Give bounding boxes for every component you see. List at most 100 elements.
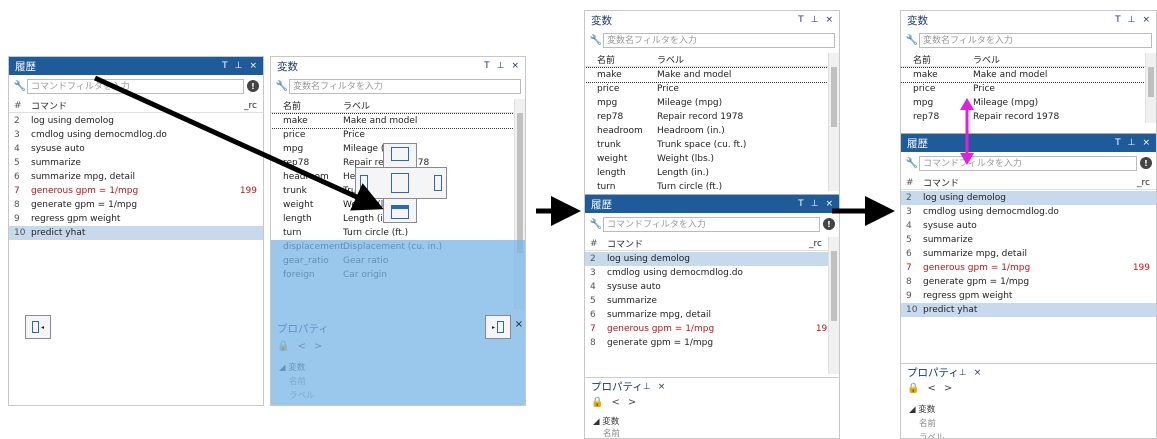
pin-icon[interactable]: ⊥ bbox=[959, 368, 967, 378]
history-row[interactable]: 6 summarize mpg, detail bbox=[9, 170, 263, 184]
dock-left-indicator[interactable]: ◂ bbox=[25, 315, 51, 339]
info-icon[interactable]: ! bbox=[247, 80, 259, 92]
properties-group-variables[interactable]: ◢ 変数 bbox=[909, 403, 935, 415]
history-row[interactable]: 3 cmdlog using democmdlog.do bbox=[901, 205, 1156, 219]
variable-row[interactable]: length Length (in.) bbox=[585, 166, 828, 180]
pin-t-icon[interactable]: T bbox=[222, 61, 228, 71]
dock-right-indicator[interactable]: ▸ bbox=[485, 315, 511, 339]
history-row[interactable]: 6 summarize mpg, detail bbox=[901, 247, 1156, 261]
history-title-bar[interactable]: 履歴 T ⊥ × bbox=[901, 134, 1156, 152]
col-num-header[interactable]: # bbox=[585, 239, 607, 249]
prev-icon[interactable]: < bbox=[927, 383, 935, 394]
properties-title-bar[interactable]: プロパティ ⊥ × bbox=[585, 377, 839, 395]
history-filter-input[interactable]: コマンドフィルタを入力 bbox=[919, 155, 1137, 171]
variable-row[interactable]: headroom Headroom (in.) bbox=[585, 124, 828, 138]
variables-filter-input[interactable]: 変数名フィルタを入力 bbox=[289, 78, 521, 94]
history-row[interactable]: 2 log using demolog bbox=[901, 191, 1156, 205]
variable-row[interactable]: turn Turn circle (ft.) bbox=[585, 180, 828, 191]
history-row[interactable]: 3 cmdlog using democmdlog.do bbox=[9, 128, 263, 142]
history-row[interactable]: 8 generate gpm = 1/mpg bbox=[585, 336, 839, 350]
history-row[interactable]: 7 generous gpm = 1/mpg 199 bbox=[585, 322, 839, 336]
close-icon[interactable]: × bbox=[249, 61, 257, 71]
history-row[interactable]: 8 generate gpm = 1/mpg bbox=[9, 198, 263, 212]
variables-scrollbar[interactable] bbox=[1145, 53, 1156, 123]
history-row[interactable]: 3 cmdlog using democmdlog.do bbox=[585, 266, 839, 280]
history-filter-input[interactable]: コマンドフィルタを入力 bbox=[603, 216, 820, 232]
history-row[interactable]: 4 sysuse auto bbox=[9, 142, 263, 156]
properties-group-variables[interactable]: ◢ 変数 bbox=[593, 415, 619, 427]
history-row[interactable]: 10 predict yhat bbox=[9, 226, 263, 240]
pin-t-icon[interactable]: T bbox=[484, 61, 490, 71]
history-row[interactable]: 2 log using demolog bbox=[9, 114, 263, 128]
variable-row[interactable]: turn Turn circle (ft.) bbox=[271, 226, 514, 240]
history-row[interactable]: 8 generate gpm = 1/mpg bbox=[901, 275, 1156, 289]
col-rc-header[interactable]: _rc bbox=[233, 101, 263, 111]
close-icon[interactable]: × bbox=[511, 61, 519, 71]
col-rc-header[interactable]: _rc bbox=[1126, 178, 1156, 188]
history-row[interactable]: 7 generous gpm = 1/mpg 199 bbox=[9, 184, 263, 198]
pin-icon[interactable]: ⊥ bbox=[811, 199, 819, 209]
col-command-header[interactable]: コマンド bbox=[31, 99, 233, 112]
variable-row[interactable]: make Make and model bbox=[901, 67, 1146, 83]
properties-label-label: ラベル bbox=[919, 433, 945, 439]
history-row[interactable]: 6 summarize mpg, detail bbox=[585, 308, 839, 322]
pin-icon[interactable]: ⊥ bbox=[643, 382, 651, 392]
variable-row[interactable]: price Price bbox=[901, 82, 1145, 96]
variable-row[interactable]: price Price bbox=[271, 128, 514, 142]
close-icon[interactable]: × bbox=[658, 382, 666, 392]
history-row-command: summarize bbox=[607, 296, 657, 306]
info-icon[interactable]: ! bbox=[1140, 157, 1152, 169]
history-filter-input[interactable]: コマンドフィルタを入力 bbox=[27, 78, 244, 94]
history-row[interactable]: 9 regress gpm weight bbox=[9, 212, 263, 226]
close-icon[interactable]: × bbox=[825, 199, 833, 209]
variable-row[interactable]: make Make and model bbox=[271, 113, 515, 129]
variables-title-bar[interactable]: 変数 T ⊥ × bbox=[271, 57, 525, 75]
next-icon[interactable]: > bbox=[944, 383, 952, 394]
col-num-header[interactable]: # bbox=[901, 178, 923, 188]
lock-icon[interactable]: 🔒 bbox=[907, 383, 919, 394]
pin-icon[interactable]: ⊥ bbox=[235, 61, 243, 71]
variable-row[interactable]: mpg Mileage (mpg) bbox=[901, 96, 1145, 110]
next-icon[interactable]: > bbox=[628, 397, 636, 408]
variable-row[interactable]: rep78 Repair record 1978 bbox=[585, 110, 828, 124]
history-row[interactable]: 5 summarize bbox=[585, 294, 839, 308]
col-rc-header[interactable]: _rc bbox=[798, 239, 828, 249]
variable-row[interactable]: rep78 Repair record 1978 bbox=[901, 110, 1145, 123]
history-row[interactable]: 7 generous gpm = 1/mpg 199 bbox=[901, 261, 1156, 275]
variable-row[interactable]: trunk Trunk space (cu. ft.) bbox=[585, 138, 828, 152]
col-label-header[interactable]: ラベル bbox=[343, 99, 514, 112]
dock-guide-center[interactable] bbox=[355, 143, 447, 223]
variable-row[interactable]: mpg Mileage (mpg) bbox=[585, 96, 828, 110]
lock-icon[interactable]: 🔒 bbox=[591, 397, 603, 408]
pin-t-icon[interactable]: T bbox=[1115, 138, 1121, 148]
history-title-bar[interactable]: 履歴 T ⊥ × bbox=[9, 57, 263, 75]
history-scrollbar[interactable] bbox=[828, 237, 839, 374]
col-name-header[interactable]: 名前 bbox=[271, 99, 343, 112]
variable-name: mpg bbox=[913, 98, 934, 108]
properties-title-bar[interactable]: プロパティ ⊥ × bbox=[901, 363, 1156, 381]
variables-scrollbar[interactable] bbox=[828, 53, 839, 191]
info-icon[interactable]: ! bbox=[823, 218, 835, 230]
close-icon[interactable]: × bbox=[515, 319, 523, 330]
close-icon[interactable]: × bbox=[974, 368, 982, 378]
variable-row[interactable]: make Make and model bbox=[585, 67, 829, 83]
history-row[interactable]: 2 log using demolog bbox=[585, 252, 839, 266]
history-row[interactable]: 4 sysuse auto bbox=[901, 219, 1156, 233]
col-command-header[interactable]: コマンド bbox=[607, 237, 798, 250]
col-command-header[interactable]: コマンド bbox=[923, 176, 1126, 189]
history-row[interactable]: 4 sysuse auto bbox=[585, 280, 839, 294]
history-row[interactable]: 10 predict yhat bbox=[901, 303, 1156, 317]
history-row[interactable]: 9 regress gpm weight bbox=[901, 289, 1156, 303]
history-window-dragged[interactable]: 履歴 T ⊥ × 🔧 コマンドフィルタを入力 ! # コマンド _rc 2 log… bbox=[8, 56, 264, 406]
col-num-header[interactable]: # bbox=[9, 101, 31, 111]
history-title-bar[interactable]: 履歴 T ⊥ × bbox=[585, 195, 839, 213]
variable-row[interactable]: weight Weight (lbs.) bbox=[585, 152, 828, 166]
history-row[interactable]: 5 summarize bbox=[901, 233, 1156, 247]
close-icon[interactable]: × bbox=[1142, 138, 1150, 148]
pin-icon[interactable]: ⊥ bbox=[1128, 138, 1136, 148]
variable-row[interactable]: price Price bbox=[585, 82, 828, 96]
pin-t-icon[interactable]: T bbox=[798, 199, 804, 209]
history-row[interactable]: 5 summarize bbox=[9, 156, 263, 170]
prev-icon[interactable]: < bbox=[611, 397, 619, 408]
pin-icon[interactable]: ⊥ bbox=[497, 61, 505, 71]
